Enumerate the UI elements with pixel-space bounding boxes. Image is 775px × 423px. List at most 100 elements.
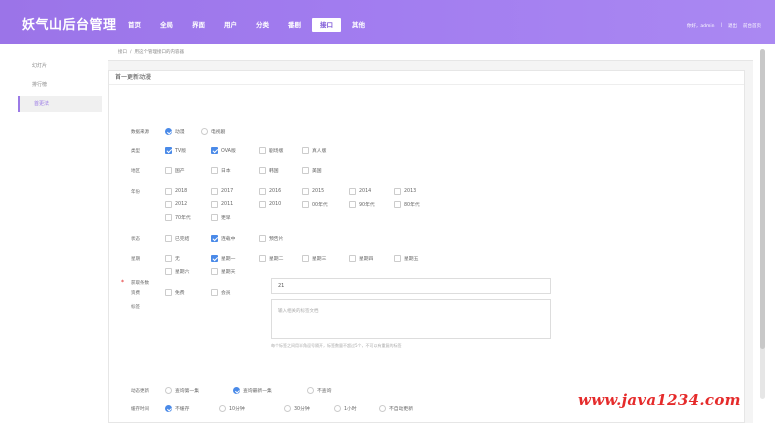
year-option[interactable]: 2011 bbox=[211, 201, 233, 208]
checkbox[interactable] bbox=[211, 255, 218, 262]
nav-item-other[interactable]: 其他 bbox=[344, 18, 373, 32]
sidebar-item-slides[interactable]: 幻灯片 bbox=[18, 58, 102, 74]
type-option[interactable]: 剧场版 bbox=[259, 147, 283, 154]
nav-item-api[interactable]: 接口 bbox=[312, 18, 341, 32]
region-option[interactable]: 美国 bbox=[302, 167, 322, 174]
radio-button[interactable] bbox=[165, 387, 172, 394]
checkbox[interactable] bbox=[211, 289, 218, 296]
checkbox[interactable] bbox=[211, 167, 218, 174]
checkbox[interactable] bbox=[259, 147, 266, 154]
checkbox[interactable] bbox=[349, 201, 356, 208]
nav-item-category[interactable]: 分类 bbox=[248, 18, 277, 32]
fee-option[interactable]: 免费 bbox=[165, 289, 185, 296]
nav-item-home[interactable]: 首页 bbox=[120, 18, 149, 32]
update-option[interactable]: 查询最新一集 bbox=[233, 387, 272, 394]
weekday-option[interactable]: 星期五 bbox=[394, 255, 418, 262]
checkbox[interactable] bbox=[259, 167, 266, 174]
checkbox[interactable] bbox=[165, 255, 172, 262]
type-option[interactable]: 真人版 bbox=[302, 147, 326, 154]
update-option[interactable]: 不查询 bbox=[307, 387, 331, 394]
year-option[interactable]: 00年代 bbox=[302, 201, 328, 208]
checkbox[interactable] bbox=[394, 255, 401, 262]
frontend-home-link[interactable]: 前台首页 bbox=[743, 23, 761, 29]
checkbox[interactable] bbox=[165, 235, 172, 242]
year-option[interactable]: 2017 bbox=[211, 188, 233, 195]
nav-item-ui[interactable]: 界面 bbox=[184, 18, 213, 32]
checkbox[interactable] bbox=[165, 214, 172, 221]
tags-textarea[interactable]: 输入相关的标签文档 bbox=[271, 299, 551, 339]
cache-option[interactable]: 30分钟 bbox=[284, 405, 310, 412]
checkbox[interactable] bbox=[211, 188, 218, 195]
checkbox[interactable] bbox=[165, 147, 172, 154]
radio-button[interactable] bbox=[284, 405, 291, 412]
source-option[interactable]: 动漫 bbox=[165, 128, 185, 135]
year-option[interactable]: 2010 bbox=[259, 201, 281, 208]
checkbox[interactable] bbox=[302, 167, 309, 174]
checkbox[interactable] bbox=[259, 188, 266, 195]
checkbox[interactable] bbox=[394, 188, 401, 195]
year-option[interactable]: 2012 bbox=[165, 201, 187, 208]
weekday-option[interactable]: 星期二 bbox=[259, 255, 283, 262]
checkbox[interactable] bbox=[165, 289, 172, 296]
radio-button[interactable] bbox=[379, 405, 386, 412]
cache-option[interactable]: 不自动更新 bbox=[379, 405, 413, 412]
weekday-option[interactable]: 星期天 bbox=[211, 268, 235, 275]
breadcrumb-home[interactable]: 接口 bbox=[118, 49, 127, 55]
checkbox[interactable] bbox=[165, 167, 172, 174]
checkbox[interactable] bbox=[259, 235, 266, 242]
user-greeting[interactable]: 你好，admin bbox=[687, 23, 715, 29]
checkbox[interactable] bbox=[211, 268, 218, 275]
update-option[interactable]: 查询第一集 bbox=[165, 387, 199, 394]
year-option[interactable]: 2014 bbox=[349, 188, 371, 195]
checkbox[interactable] bbox=[302, 201, 309, 208]
cache-option[interactable]: 不缓存 bbox=[165, 405, 189, 412]
radio-button[interactable] bbox=[307, 387, 314, 394]
cache-option[interactable]: 1小时 bbox=[334, 405, 357, 412]
checkbox[interactable] bbox=[211, 235, 218, 242]
checkbox[interactable] bbox=[259, 255, 266, 262]
radio-button[interactable] bbox=[165, 128, 172, 135]
checkbox[interactable] bbox=[165, 268, 172, 275]
checkbox[interactable] bbox=[211, 214, 218, 221]
source-option[interactable]: 电视剧 bbox=[201, 128, 225, 135]
nav-item-global[interactable]: 全局 bbox=[152, 18, 181, 32]
year-option[interactable]: 70年代 bbox=[165, 214, 191, 221]
type-option[interactable]: OVA版 bbox=[211, 147, 236, 154]
checkbox[interactable] bbox=[302, 255, 309, 262]
nav-item-users[interactable]: 用户 bbox=[216, 18, 245, 32]
checkbox[interactable] bbox=[302, 188, 309, 195]
checkbox[interactable] bbox=[349, 255, 356, 262]
region-option[interactable]: 韩国 bbox=[259, 167, 279, 174]
count-input[interactable]: 21 bbox=[271, 278, 551, 294]
type-option[interactable]: TV版 bbox=[165, 147, 186, 154]
radio-button[interactable] bbox=[334, 405, 341, 412]
fee-option[interactable]: 会员 bbox=[211, 289, 231, 296]
status-option[interactable]: 已完结 bbox=[165, 235, 189, 242]
weekday-option[interactable]: 无 bbox=[165, 255, 180, 262]
year-option[interactable]: 80年代 bbox=[394, 201, 420, 208]
year-option[interactable]: 90年代 bbox=[349, 201, 375, 208]
weekday-option[interactable]: 星期三 bbox=[302, 255, 326, 262]
scrollbar-thumb[interactable] bbox=[760, 49, 765, 349]
year-option[interactable]: 更早 bbox=[211, 214, 231, 221]
region-option[interactable]: 国产 bbox=[165, 167, 185, 174]
nav-item-anime[interactable]: 番剧 bbox=[280, 18, 309, 32]
checkbox[interactable] bbox=[259, 201, 266, 208]
checkbox[interactable] bbox=[349, 188, 356, 195]
checkbox[interactable] bbox=[302, 147, 309, 154]
status-option[interactable]: 连载中 bbox=[211, 235, 235, 242]
radio-button[interactable] bbox=[201, 128, 208, 135]
weekday-option[interactable]: 星期一 bbox=[211, 255, 235, 262]
cache-option[interactable]: 10分钟 bbox=[219, 405, 245, 412]
checkbox[interactable] bbox=[211, 147, 218, 154]
weekday-option[interactable]: 星期四 bbox=[349, 255, 373, 262]
year-option[interactable]: 2018 bbox=[165, 188, 187, 195]
year-option[interactable]: 2016 bbox=[259, 188, 281, 195]
checkbox[interactable] bbox=[394, 201, 401, 208]
logout-link[interactable]: 退出 bbox=[728, 23, 737, 29]
checkbox[interactable] bbox=[165, 201, 172, 208]
region-option[interactable]: 日本 bbox=[211, 167, 231, 174]
radio-button[interactable] bbox=[219, 405, 226, 412]
year-option[interactable]: 2015 bbox=[302, 188, 324, 195]
radio-button[interactable] bbox=[165, 405, 172, 412]
